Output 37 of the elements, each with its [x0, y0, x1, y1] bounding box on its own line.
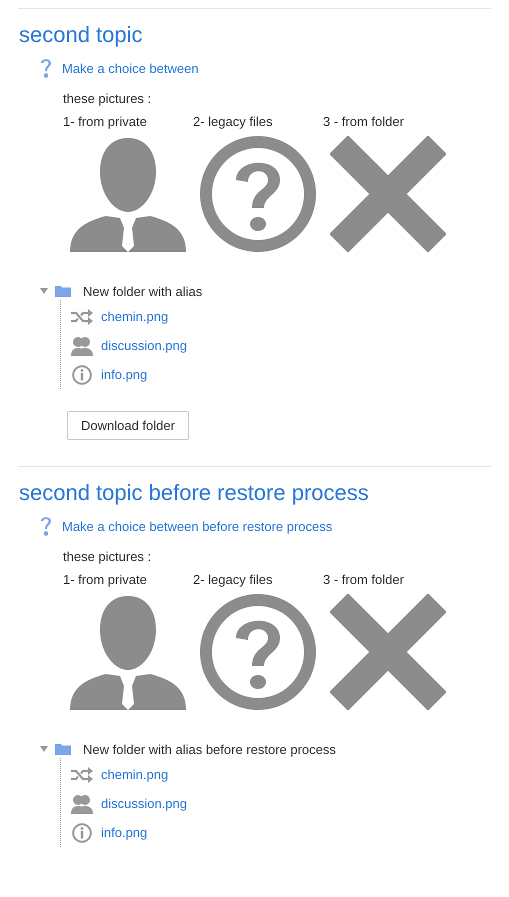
info-icon: [71, 822, 93, 842]
folder-icon: [55, 743, 71, 755]
cross-icon: [330, 594, 446, 710]
choice-link[interactable]: Make a choice between: [62, 60, 199, 76]
expanded-caret-icon[interactable]: [40, 745, 48, 753]
section-title: second topic: [19, 21, 144, 49]
person-icon: [70, 594, 186, 710]
picture-label: 1- from private: [63, 114, 147, 129]
people-icon: [71, 794, 93, 814]
picture-label: 3 - from folder: [323, 114, 404, 129]
shuffle-icon: [71, 766, 93, 782]
intro-text: these pictures :: [63, 549, 152, 564]
picture-label: 3 - from folder: [323, 572, 404, 587]
info-icon: [71, 364, 93, 384]
file-link[interactable]: chemin.png: [101, 767, 168, 782]
file-link[interactable]: discussion.png: [101, 796, 187, 811]
section-title: second topic before restore process: [19, 479, 370, 507]
person-icon: [70, 136, 186, 252]
file-link[interactable]: info.png: [101, 367, 148, 382]
file-link[interactable]: info.png: [101, 825, 148, 840]
picture-label: 2- legacy files: [193, 572, 272, 587]
folder-name: New folder with alias before restore process: [83, 742, 336, 756]
picture-label: 2- legacy files: [193, 114, 272, 129]
cross-icon: [330, 136, 446, 252]
picture-label: 1- from private: [63, 572, 147, 587]
intro-text: these pictures :: [63, 91, 152, 106]
file-link[interactable]: discussion.png: [101, 338, 187, 353]
people-icon: [71, 336, 93, 356]
file-link[interactable]: chemin.png: [101, 309, 168, 324]
folder-icon: [55, 285, 71, 297]
download-button[interactable]: Download folder: [67, 411, 189, 440]
folder-name: New folder with alias: [83, 284, 202, 298]
question-mark-icon: [39, 515, 53, 537]
expanded-caret-icon[interactable]: [40, 287, 48, 295]
shuffle-icon: [71, 308, 93, 324]
question-mark-icon: [39, 57, 53, 79]
choice-link[interactable]: Make a choice between before restore process: [62, 518, 332, 534]
